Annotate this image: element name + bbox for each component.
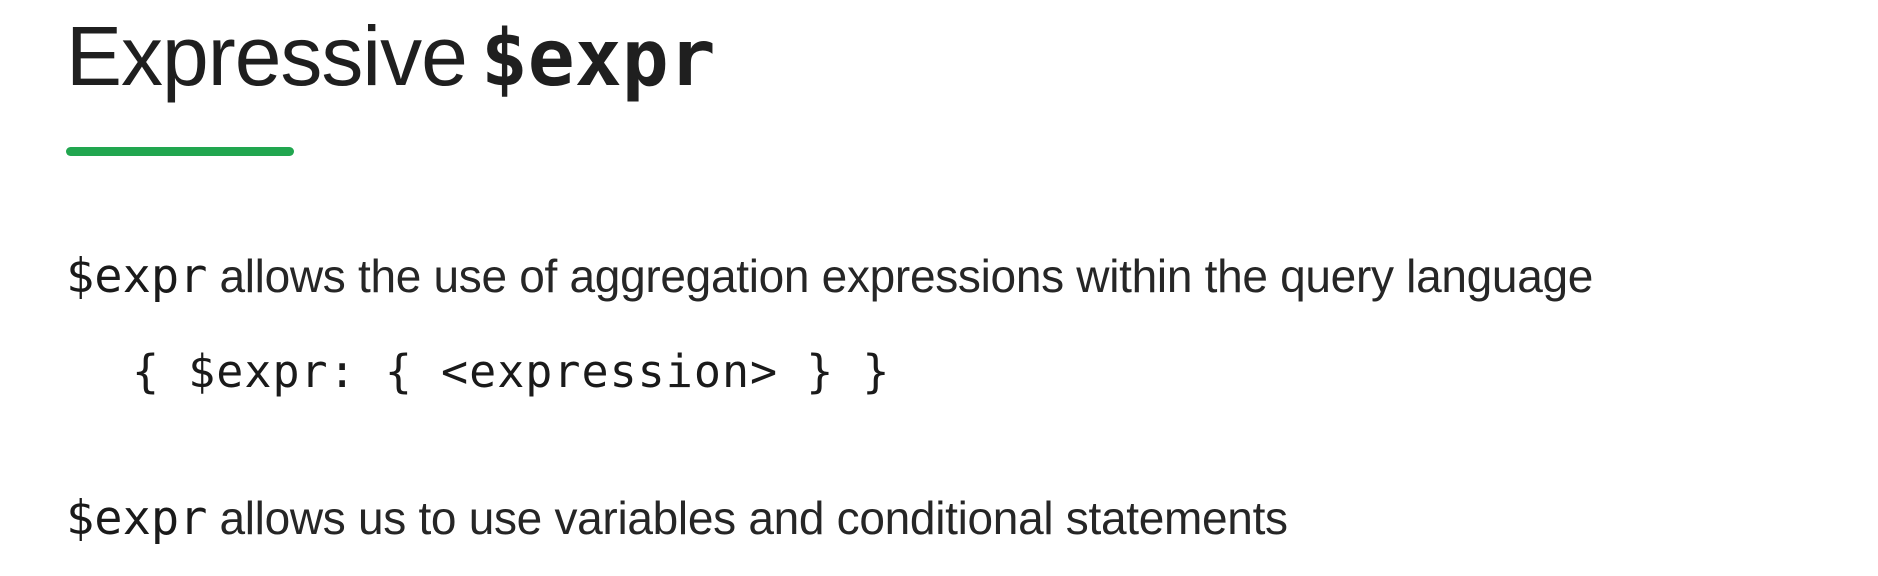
inline-code: $expr bbox=[66, 491, 208, 546]
accent-underline bbox=[66, 147, 294, 156]
point-text: allows the use of aggregation expression… bbox=[219, 250, 1594, 302]
title-text: Expressive bbox=[66, 9, 468, 103]
title-code: $expr bbox=[480, 14, 716, 104]
bullet-point-1: $expr allows the use of aggregation expre… bbox=[66, 244, 1593, 308]
syntax-code: { $expr: { <expression> } } bbox=[132, 345, 891, 398]
bullet-point-2: $expr allows us to use variables and cond… bbox=[66, 486, 1288, 550]
inline-code: $expr bbox=[66, 249, 208, 304]
point-text: allows us to use variables and condition… bbox=[219, 492, 1288, 544]
slide: Expressive $expr $expr allows the use of a… bbox=[0, 0, 1878, 576]
slide-title: Expressive $expr bbox=[66, 6, 716, 106]
syntax-example: { $expr: { <expression> } } bbox=[132, 340, 891, 404]
